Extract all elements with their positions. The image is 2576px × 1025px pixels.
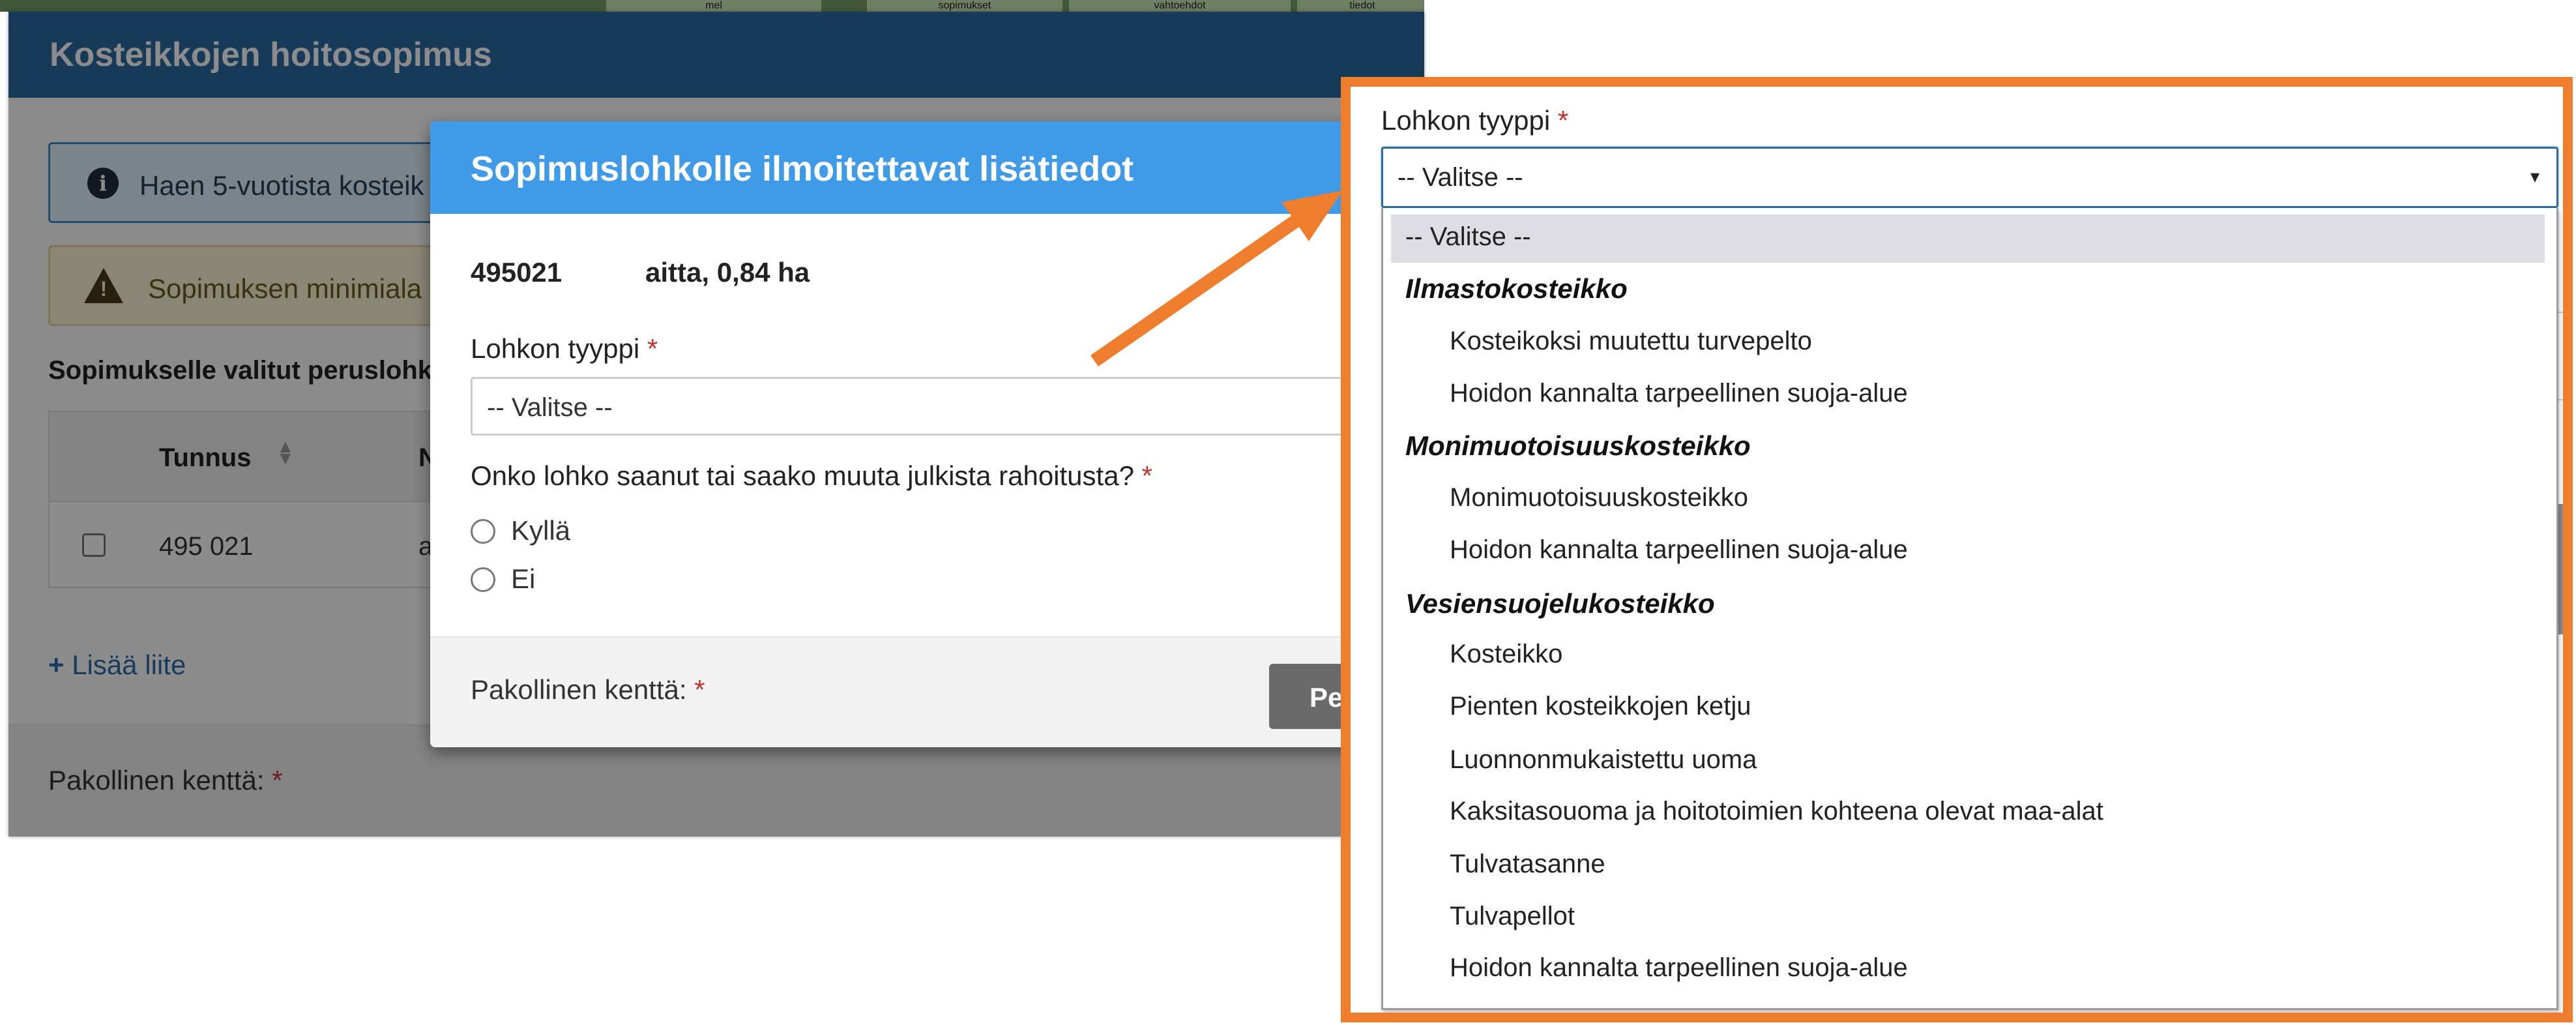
dropdown-option[interactable]: Pienten kosteikkojen ketju [1450,692,1751,721]
optgroup-vesiensuojelukosteikko: Vesiensuojelukosteikko [1405,588,1715,619]
dropdown-option[interactable]: Kaksitasouoma ja hoitotoimien kohteena o… [1450,797,2103,826]
modal-primary-button-label: Pe [1310,682,1343,713]
chevron-down-icon[interactable]: ▾ [2530,166,2539,187]
background-tab[interactable]: tiedot [1297,0,1424,12]
modal-header: Sopimuslohkolle ilmoitettavat lisätiedot [430,121,1424,214]
dropdown-option[interactable]: Hoidon kannalta tarpeellinen suoja-alue [1450,535,1908,565]
dropdown-option[interactable]: Hoidon kannalta tarpeellinen suoja-alue [1450,953,1908,983]
required-note-label: Pakollinen kenttä: [471,674,687,705]
parcel-type-label: Lohkon tyyppi * [471,333,658,364]
optgroup-monimuotoisuuskosteikko: Monimuotoisuuskosteikko [1405,430,1751,461]
background-tab[interactable]: vahtoehdot [1069,0,1291,12]
zoomed-dropdown-highlight: Lohkon tyyppi * -- Valitse -- ▾ -- Valit… [1341,77,2573,1022]
parcel-type-select[interactable]: -- Valitse -- [471,377,1424,436]
zoom-parcel-type-select[interactable]: -- Valitse -- ▾ [1381,147,2558,208]
funding-question-text: Onko lohko saanut tai saako muuta julkis… [471,460,1134,491]
dropdown-option[interactable]: Tulvatasanne [1450,850,1605,879]
additional-info-modal: Sopimuslohkolle ilmoitettavat lisätiedot… [430,121,1424,747]
funding-yes-label[interactable]: Kyllä [511,515,570,546]
funding-no-label[interactable]: Ei [511,563,535,595]
dropdown-option-selected[interactable] [1391,215,2545,263]
required-marker: * [647,333,658,364]
required-note: Pakollinen kenttä: * [471,674,705,706]
dropdown-option[interactable]: Hoidon kannalta tarpeellinen suoja-alue [1450,379,1908,408]
funding-question: Onko lohko saanut tai saako muuta julkis… [471,460,1152,492]
dropdown-option-list: -- Valitse -- Ilmastokosteikko Kosteikok… [1381,208,2558,1010]
modal-title: Sopimuslohkolle ilmoitettavat lisätiedot [471,149,1134,188]
parcel-type-label-text: Lohkon tyyppi [471,333,640,364]
dropdown-option[interactable]: Kosteikoksi muutettu turvepelto [1450,327,1812,356]
zoom-parcel-type-label-text: Lohkon tyyppi [1381,105,1551,136]
funding-no-radio[interactable] [471,567,495,592]
parcel-id: 495021 [471,257,563,288]
required-marker: * [1557,105,1569,136]
parcel-description: aitta, 0,84 ha [645,257,810,288]
dropdown-option[interactable]: Luonnonmukaistettu uoma [1450,745,1757,775]
dropdown-option-placeholder[interactable]: -- Valitse -- [1405,222,1531,252]
dropdown-option[interactable]: Tulvapellot [1450,902,1575,931]
parcel-type-select-value: -- Valitse -- [487,393,613,422]
modal-footer: Pakollinen kenttä: * Pe [430,636,1424,747]
optgroup-ilmastokosteikko: Ilmastokosteikko [1405,273,1628,304]
required-marker: * [694,674,705,705]
background-tab[interactable]: mel [606,0,821,12]
zoom-parcel-type-label: Lohkon tyyppi * [1381,105,1568,136]
background-tab-strip: mel sopimukset vahtoehdot tiedot [0,0,1424,12]
required-marker: * [1141,460,1152,491]
funding-yes-radio[interactable] [471,519,495,544]
dropdown-option[interactable]: Kosteikko [1450,640,1562,669]
dropdown-option[interactable]: Monimuotoisuuskosteikko [1450,483,1748,512]
zoom-select-value: -- Valitse -- [1398,163,1523,192]
background-tab[interactable]: sopimukset [867,0,1062,12]
